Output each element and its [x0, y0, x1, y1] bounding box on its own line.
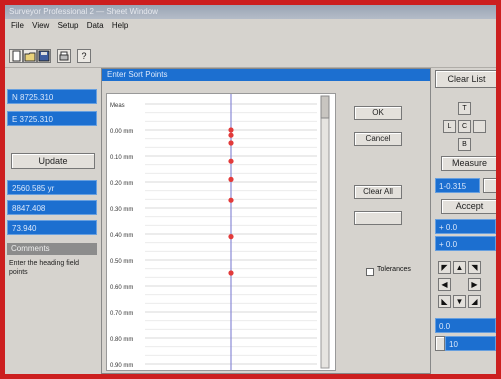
help-question-icon[interactable]: ? [77, 49, 91, 63]
data-point[interactable] [228, 197, 234, 203]
elevation-field[interactable]: 8847.408 [7, 200, 97, 215]
data-point[interactable] [228, 132, 234, 138]
update-button[interactable]: Update [11, 153, 95, 169]
northing-field[interactable]: N 8725.310 [7, 89, 97, 104]
window-title: Surveyor Professional 2 — Sheet Window [5, 5, 496, 19]
y-tick-label: 0.60 mm [110, 285, 133, 291]
menu-data[interactable]: Data [87, 21, 104, 30]
step-field[interactable]: 0.0 [435, 318, 496, 333]
measurement-chart-svg: Meas 0.00 mm 0.10 mm 0.20 mm 0.30 mm 0.40 mm 0… [110, 94, 330, 370]
date-field[interactable]: 2560.585 yr [7, 180, 97, 195]
menu-setup[interactable]: Setup [58, 21, 79, 30]
y-tick-label: 0.10 mm [110, 155, 133, 161]
tolerances-checkbox[interactable] [366, 268, 374, 276]
menu-file[interactable]: File [11, 21, 24, 30]
count-spin-button[interactable] [435, 336, 445, 351]
menu-bar: File View Setup Data Help [5, 19, 496, 33]
dialog-title: Enter Sort Points [102, 69, 430, 81]
accept-button[interactable]: Accept [441, 199, 496, 214]
data-point[interactable] [228, 140, 234, 146]
reading-field[interactable]: 1-0.315 [435, 178, 480, 193]
y-tick-label: 0.40 mm [110, 233, 133, 239]
cancel-button[interactable]: Cancel [354, 132, 402, 146]
arrow-left-icon[interactable]: ◀ [438, 278, 451, 291]
arrow-up-left-icon[interactable]: ◤ [438, 261, 451, 274]
arrow-down-right-icon[interactable]: ◢ [468, 295, 481, 308]
toolbar: ? [5, 33, 496, 68]
easting-field[interactable]: E 3725.310 [7, 111, 97, 126]
data-point[interactable] [228, 176, 234, 182]
comments-header: Comments [7, 243, 97, 255]
offset-field-2[interactable]: + 0.0 [435, 236, 496, 251]
menu-view[interactable]: View [32, 21, 49, 30]
instruction-text: Enter the heading field points [9, 260, 80, 276]
print-icon[interactable] [57, 49, 71, 63]
application-window: Surveyor Professional 2 — Sheet Window F… [5, 5, 496, 374]
y-tick-label: 0.70 mm [110, 311, 133, 317]
reading-spin-button[interactable] [483, 178, 496, 193]
y-tick-label: 0.50 mm [110, 259, 133, 265]
clear-all-button[interactable]: Clear All [354, 185, 402, 199]
data-point[interactable] [228, 234, 234, 240]
y-tick-label: 0.90 mm [110, 363, 133, 369]
menu-help[interactable]: Help [112, 21, 128, 30]
pad-center-button[interactable]: C [458, 120, 471, 133]
scrollbar-thumb[interactable] [320, 95, 330, 119]
disabled-button [354, 211, 402, 225]
new-file-icon[interactable] [9, 49, 23, 63]
offset-field-1[interactable]: + 0.0 [435, 219, 496, 234]
pad-top-button[interactable]: T [458, 102, 471, 115]
y-tick-label: 0.00 mm [110, 129, 133, 135]
arrow-up-right-icon[interactable]: ◥ [468, 261, 481, 274]
clear-list-button[interactable]: Clear List [435, 70, 496, 88]
y-tick-label: 0.30 mm [110, 207, 133, 213]
measurement-plot: Meas 0.00 mm 0.10 mm 0.20 mm 0.30 mm 0.40 mm 0… [106, 93, 336, 371]
open-folder-icon[interactable] [23, 49, 37, 63]
pad-bottom-button[interactable]: B [458, 138, 471, 151]
tolerances-label: Tolerances [377, 266, 411, 273]
arrow-down-icon[interactable]: ▼ [453, 295, 466, 308]
y-tick-label: Meas [110, 103, 125, 109]
arrow-right-icon[interactable]: ▶ [468, 278, 481, 291]
data-point[interactable] [228, 270, 234, 276]
save-disk-icon[interactable] [37, 49, 51, 63]
count-field[interactable]: 10 [445, 336, 496, 351]
data-point[interactable] [228, 158, 234, 164]
distance-field[interactable]: 73.940 [7, 220, 97, 235]
measure-button[interactable]: Measure [441, 156, 496, 171]
y-tick-label: 0.20 mm [110, 181, 133, 187]
enter-points-dialog: Enter Sort Points Meas 0.00 mm 0.10 mm 0.20… [101, 68, 431, 374]
ok-button[interactable]: OK [354, 106, 402, 120]
arrow-down-left-icon[interactable]: ◣ [438, 295, 451, 308]
arrow-up-icon[interactable]: ▲ [453, 261, 466, 274]
y-tick-label: 0.80 mm [110, 337, 133, 343]
pad-left-button[interactable]: L [443, 120, 456, 133]
right-panel: Clear List T L C B Measure 1-0.315 Accep… [433, 68, 496, 374]
data-point[interactable] [228, 127, 234, 133]
pad-right-button[interactable] [473, 120, 486, 133]
plot-scrollbar[interactable] [320, 95, 330, 369]
